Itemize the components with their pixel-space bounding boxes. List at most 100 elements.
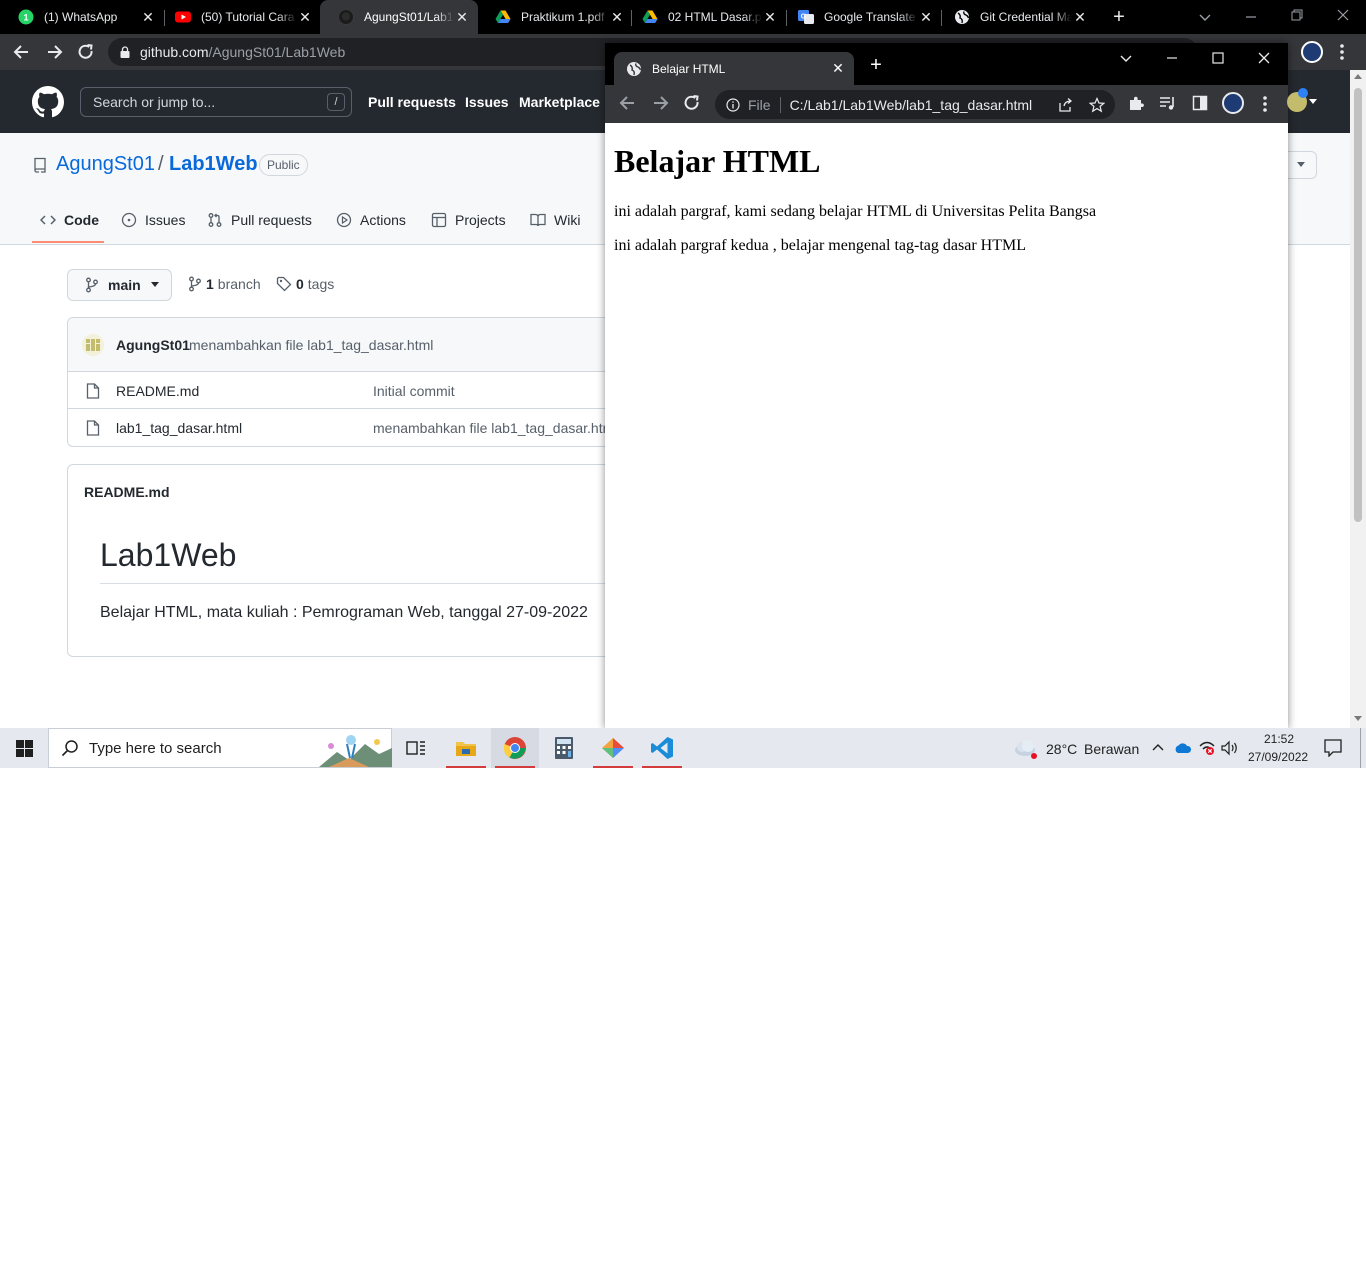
close-tab-icon[interactable]: ✕	[609, 9, 625, 25]
extensions-puzzle-icon[interactable]	[1128, 95, 1145, 112]
weather-cloud-icon[interactable]	[1013, 737, 1039, 761]
nav-issues[interactable]: Issues	[465, 94, 509, 110]
branch-label: branch	[217, 276, 261, 292]
info-icon[interactable]	[726, 97, 740, 112]
taskbar-search-box[interactable]: Type here to search	[48, 728, 392, 768]
branch-select-button[interactable]: main	[67, 269, 172, 301]
forward-arrow-icon[interactable]	[44, 42, 64, 62]
branches-link[interactable]: 1 branch	[188, 276, 261, 292]
back-arrow-icon[interactable]	[618, 93, 638, 113]
close-tab-icon[interactable]: ✕	[830, 60, 846, 77]
page-scrollbar[interactable]	[1350, 70, 1366, 728]
tab-code[interactable]: Code	[40, 212, 99, 228]
tab-wiki[interactable]: Wiki	[530, 212, 580, 228]
scroll-down-icon[interactable]	[1354, 716, 1362, 722]
tab-issues[interactable]: Issues	[121, 212, 185, 228]
taskbar-file-explorer[interactable]	[442, 728, 490, 768]
volume-speaker-icon[interactable]	[1221, 740, 1239, 756]
reload-icon[interactable]	[682, 93, 702, 113]
network-error-icon[interactable]	[1198, 740, 1216, 756]
file-list-box: AgungSt01 menambahkan file lab1_tag_dasa…	[67, 317, 627, 447]
nav-pull-requests[interactable]: Pull requests	[368, 94, 456, 110]
tab-youtube[interactable]: (50) Tutorial Cara ✕	[157, 0, 321, 34]
file-name[interactable]: lab1_tag_dasar.html	[116, 420, 242, 436]
close-window-icon[interactable]	[1257, 51, 1271, 65]
file-row[interactable]: README.md Initial commit	[68, 372, 626, 409]
taskbar-chrome[interactable]	[491, 728, 539, 768]
taskbar-calculator[interactable]	[540, 728, 588, 768]
media-queue-icon[interactable]	[1159, 95, 1177, 112]
profile-avatar[interactable]	[1301, 41, 1323, 63]
share-icon[interactable]	[1057, 97, 1073, 113]
back-arrow-icon[interactable]	[12, 42, 32, 62]
clock-date[interactable]: 27/09/2022	[1248, 750, 1308, 764]
repo-name-link[interactable]: Lab1Web	[169, 153, 258, 176]
bookmark-star-icon[interactable]	[1089, 97, 1105, 113]
restore-icon[interactable]	[1290, 8, 1304, 22]
readme-filename[interactable]: README.md	[84, 484, 170, 500]
tab-actions-label: Actions	[360, 212, 406, 228]
google-drive-icon	[495, 10, 511, 23]
close-tab-icon[interactable]: ✕	[297, 9, 313, 25]
github-logo-icon[interactable]	[32, 86, 64, 118]
reload-icon[interactable]	[76, 42, 96, 62]
tab-html-dasar[interactable]: 02 HTML Dasar.p ✕	[624, 0, 786, 34]
file-commit-message[interactable]: menambahkan file lab1_tag_dasar.html	[373, 420, 617, 436]
close-tab-icon[interactable]: ✕	[1072, 9, 1088, 25]
maximize-icon[interactable]	[1211, 51, 1225, 65]
tab-actions[interactable]: Actions	[336, 212, 406, 228]
repo-owner-link[interactable]: AgungSt01	[56, 153, 155, 176]
commit-author-avatar[interactable]	[82, 334, 104, 356]
profile-avatar[interactable]	[1222, 92, 1244, 114]
chrome-menu-kebab-icon[interactable]	[1336, 42, 1348, 62]
close-tab-icon[interactable]: ✕	[762, 9, 778, 25]
close-tab-icon[interactable]: ✕	[140, 9, 156, 25]
close-window-icon[interactable]	[1336, 8, 1350, 22]
new-tab-plus-icon[interactable]: +	[867, 55, 885, 75]
tags-link[interactable]: 0 tags	[276, 276, 334, 292]
file-commit-message[interactable]: Initial commit	[373, 383, 455, 399]
taskbar-git-app[interactable]	[589, 728, 637, 768]
github-search-input[interactable]: Search or jump to... /	[80, 87, 352, 117]
show-desktop-button[interactable]	[1360, 728, 1361, 768]
clock-time[interactable]: 21:52	[1264, 732, 1294, 746]
scroll-up-icon[interactable]	[1354, 74, 1362, 80]
front-tab-strip: Belajar HTML ✕ +	[605, 43, 1288, 85]
commit-author[interactable]: AgungSt01	[116, 337, 190, 353]
scroll-thumb[interactable]	[1354, 88, 1362, 522]
windows-start-icon[interactable]	[16, 740, 33, 757]
tab-github-active[interactable]: AgungSt01/Lab1W ✕	[320, 0, 478, 34]
file-row[interactable]: lab1_tag_dasar.html menambahkan file lab…	[68, 409, 626, 446]
tab-google-translate[interactable]: G Google Translate ✕	[780, 0, 942, 34]
tab-projects[interactable]: Projects	[431, 212, 506, 228]
close-tab-icon[interactable]: ✕	[918, 9, 934, 25]
tab-praktikum-pdf[interactable]: Praktikum 1.pdf ✕	[477, 0, 633, 34]
weather-description[interactable]: Berawan	[1084, 741, 1139, 757]
commit-message[interactable]: menambahkan file lab1_tag_dasar.html	[189, 337, 433, 353]
show-hidden-icons-chevron-icon[interactable]	[1151, 741, 1165, 755]
file-name[interactable]: README.md	[116, 383, 199, 399]
side-panel-icon[interactable]	[1192, 95, 1208, 111]
tab-git-credential[interactable]: Git Credential Ma ✕	[936, 0, 1096, 34]
onedrive-cloud-icon[interactable]	[1174, 741, 1192, 755]
new-tab-plus-icon[interactable]: +	[1108, 6, 1130, 28]
notification-center-icon[interactable]	[1324, 739, 1342, 757]
taskbar-vscode[interactable]	[638, 728, 686, 768]
tab-search-chevron-icon[interactable]	[1198, 10, 1212, 24]
minimize-icon[interactable]	[1165, 51, 1179, 65]
close-tab-icon[interactable]: ✕	[454, 9, 470, 25]
tab-search-chevron-icon[interactable]	[1119, 51, 1133, 65]
search-placeholder: Search or jump to...	[93, 94, 216, 110]
forward-arrow-icon[interactable]	[650, 93, 670, 113]
caret-down-icon[interactable]	[1309, 99, 1317, 105]
tab-whatsapp[interactable]: 1 (1) WhatsApp ✕	[0, 0, 164, 34]
chrome-menu-kebab-icon[interactable]	[1259, 94, 1271, 114]
minimize-icon[interactable]	[1244, 10, 1258, 24]
tab-belajar-html-active[interactable]: Belajar HTML ✕	[614, 52, 854, 85]
nav-marketplace[interactable]: Marketplace	[519, 94, 600, 110]
front-address-bar[interactable]: File C:/Lab1/Lab1Web/lab1_tag_dasar.html	[715, 90, 1115, 119]
tab-pull-requests[interactable]: Pull requests	[207, 212, 312, 228]
weather-temperature[interactable]: 28°C	[1046, 741, 1077, 757]
page-paragraph: ini adalah pargraf kedua , belajar menge…	[614, 237, 1026, 254]
task-view-icon[interactable]	[406, 739, 426, 757]
